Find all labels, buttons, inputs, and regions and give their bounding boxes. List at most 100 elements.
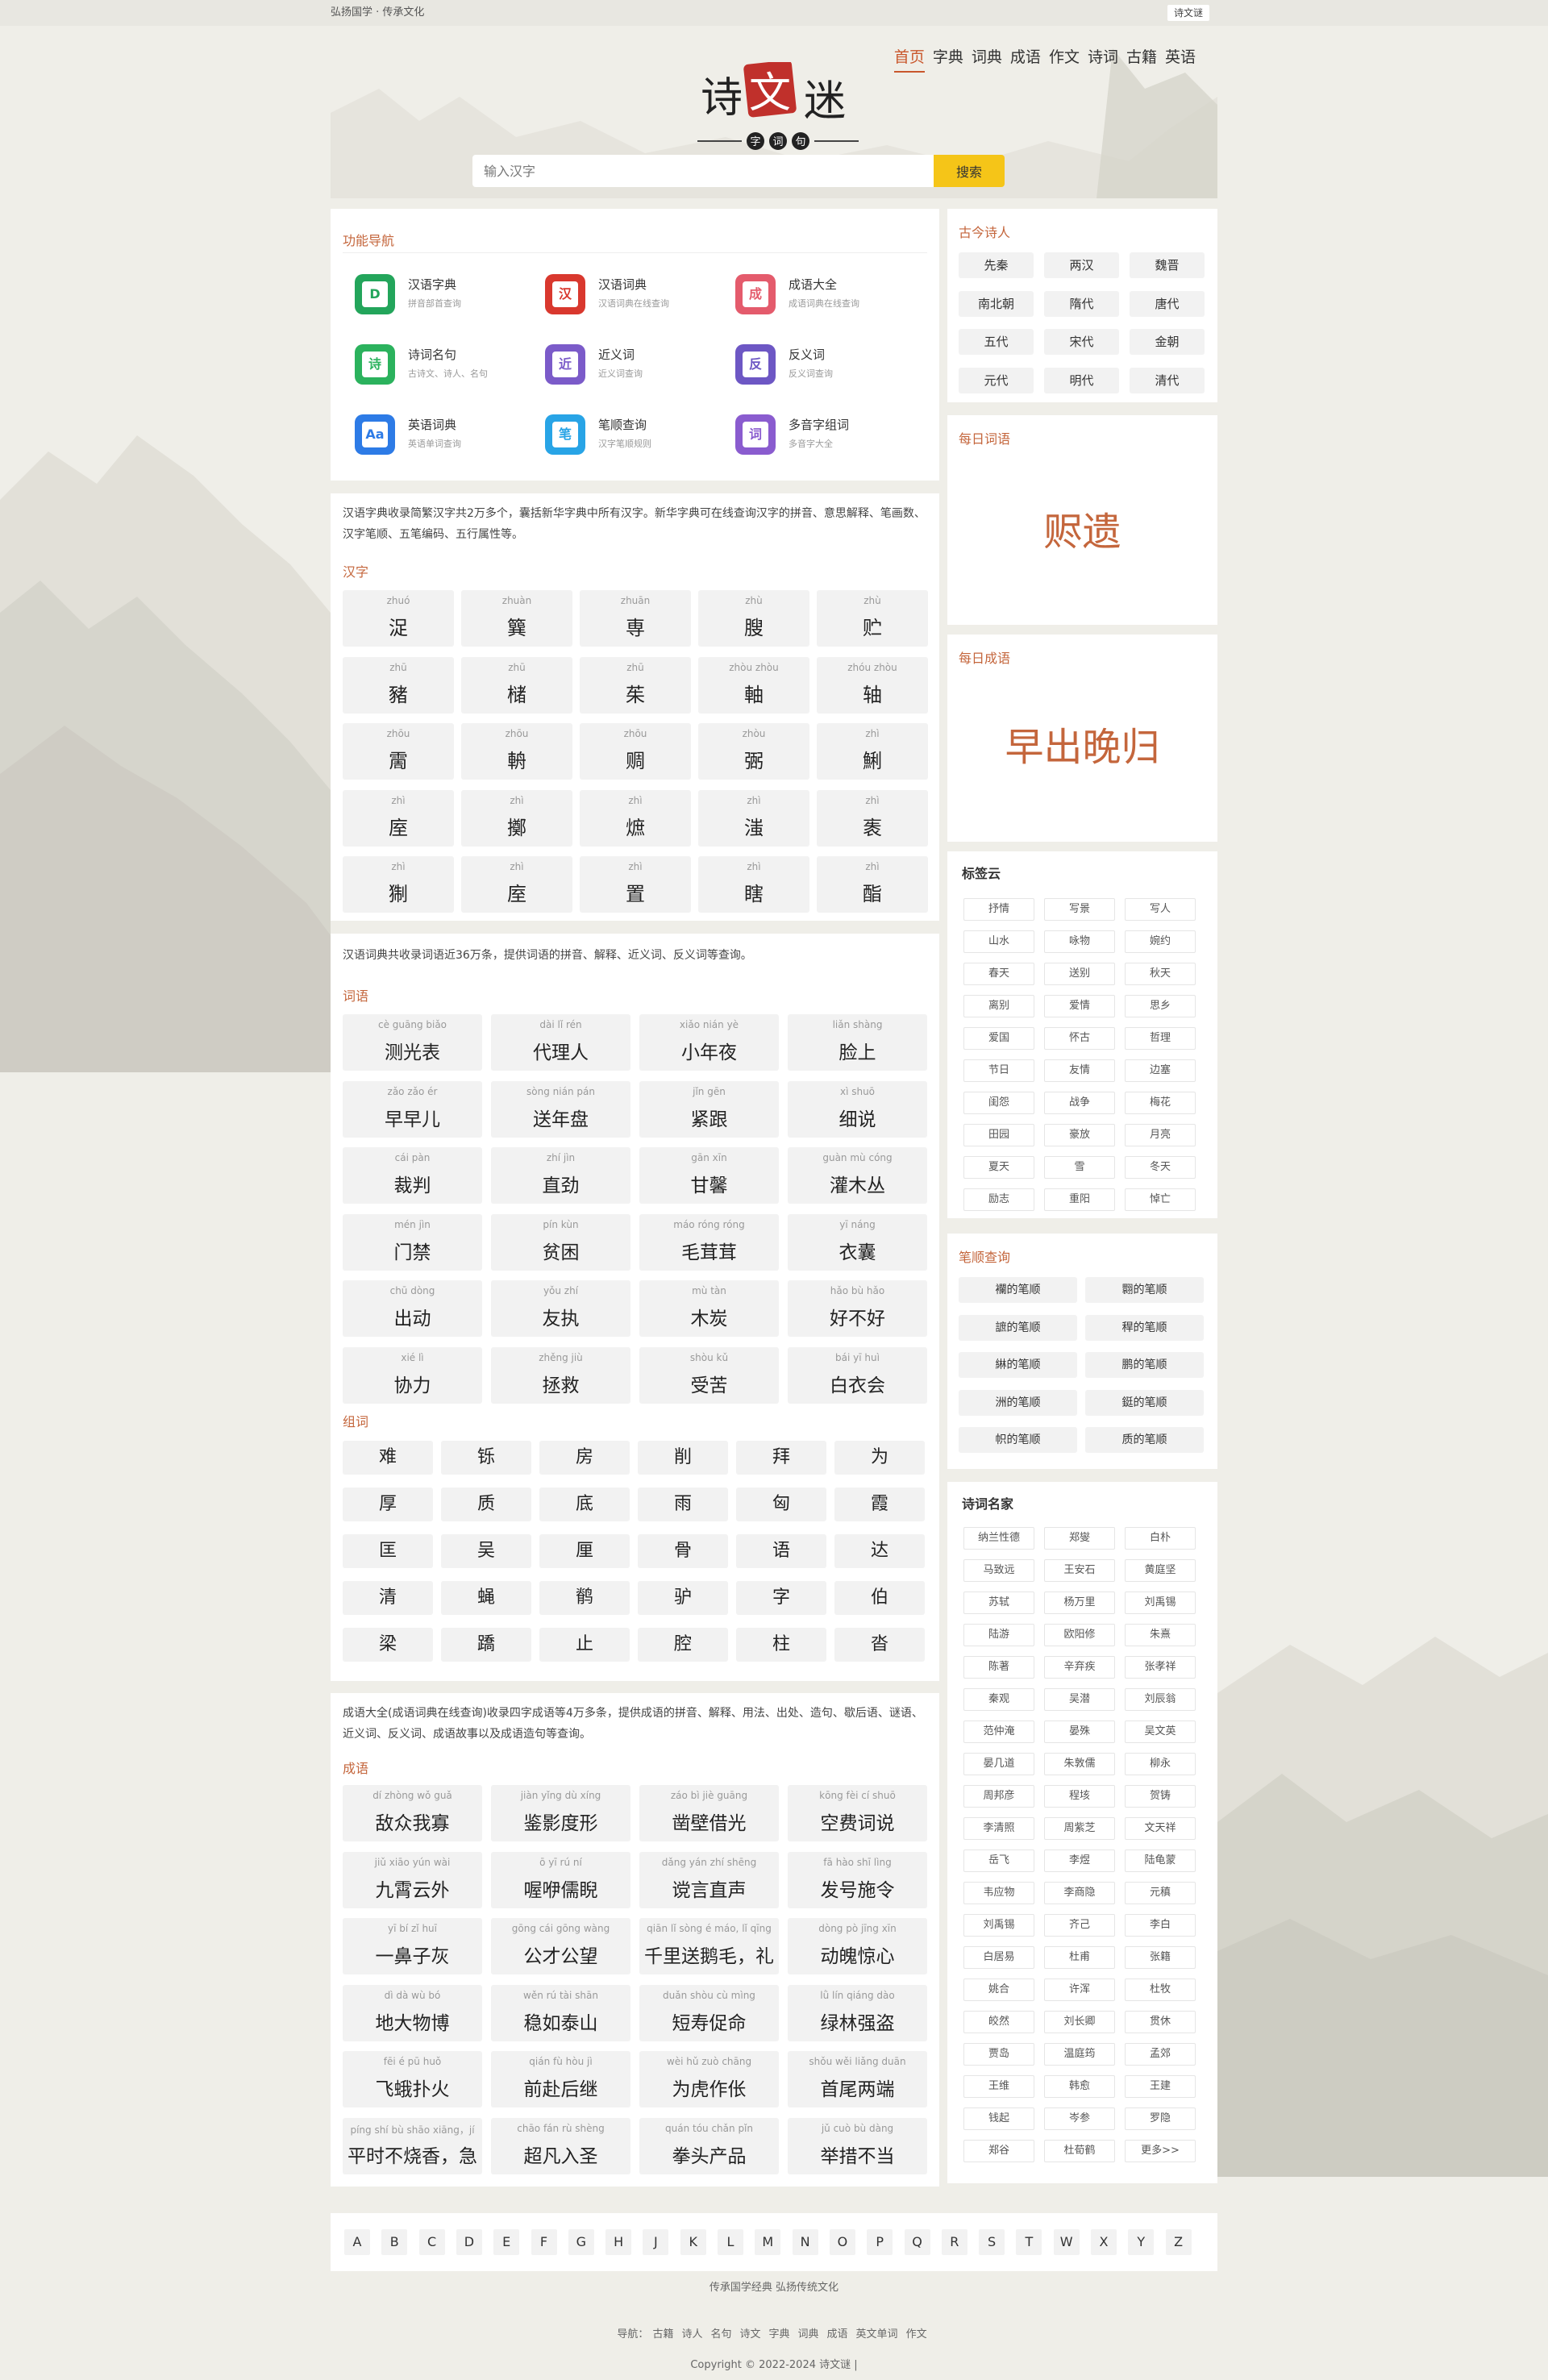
letter-link[interactable]: O bbox=[829, 2229, 855, 2255]
zuci-char[interactable]: 拜 bbox=[736, 1441, 826, 1475]
char-cell[interactable]: zhì 瞎 bbox=[698, 856, 809, 913]
poet-link[interactable]: 李清照 bbox=[963, 1817, 1034, 1840]
word-cell[interactable]: bái yī huì 白衣会 bbox=[788, 1346, 927, 1404]
dynasty-button[interactable]: 宋代 bbox=[1044, 329, 1119, 355]
zuci-char[interactable]: 质 bbox=[441, 1488, 531, 1521]
idiom-cell[interactable]: chāo fán rù shèng 超凡入圣 bbox=[491, 2117, 630, 2174]
char-cell[interactable]: zhì 擲 bbox=[461, 789, 572, 847]
char-cell[interactable]: zhòu zhòu 軸 bbox=[698, 656, 809, 714]
word-cell[interactable]: mén jìn 门禁 bbox=[343, 1213, 482, 1271]
tag-link[interactable]: 冬天 bbox=[1125, 1156, 1196, 1179]
dynasty-button[interactable]: 元代 bbox=[959, 367, 1034, 393]
letter-link[interactable]: K bbox=[680, 2229, 706, 2255]
idiom-cell[interactable]: dí zhòng wǒ guǎ 敌众我寡 bbox=[343, 1785, 482, 1841]
poet-link[interactable]: 杨万里 bbox=[1044, 1592, 1115, 1614]
tag-link[interactable]: 写人 bbox=[1125, 898, 1196, 921]
idiom-cell[interactable]: ō yī rú ní 喔咿儒睨 bbox=[491, 1851, 630, 1908]
poet-link[interactable]: 王维 bbox=[963, 2075, 1034, 2098]
zuci-char[interactable]: 吴 bbox=[441, 1534, 531, 1568]
zuci-char[interactable]: 腔 bbox=[638, 1628, 728, 1662]
word-cell[interactable]: liǎn shàng 脸上 bbox=[788, 1014, 927, 1071]
feature-item[interactable]: 近 近义词 近义词查询 bbox=[521, 338, 706, 394]
zuci-char[interactable]: 伯 bbox=[834, 1581, 925, 1615]
poet-link[interactable]: 周紫芝 bbox=[1044, 1817, 1115, 1840]
tag-link[interactable]: 豪放 bbox=[1044, 1124, 1115, 1146]
tag-link[interactable]: 山水 bbox=[963, 930, 1034, 953]
feature-item[interactable]: 汉 汉语词典 汉语词典在线查询 bbox=[521, 268, 706, 324]
zuci-char[interactable]: 驴 bbox=[638, 1581, 728, 1615]
footer-nav-link[interactable]: 诗文 bbox=[739, 2325, 760, 2340]
tag-link[interactable]: 田园 bbox=[963, 1124, 1034, 1146]
zuci-char[interactable]: 为 bbox=[834, 1441, 925, 1475]
poet-link[interactable]: 贯休 bbox=[1125, 2011, 1196, 2033]
idiom-cell[interactable]: lǜ lín qiáng dào 绿林强盗 bbox=[788, 1984, 927, 2041]
word-cell[interactable]: sòng nián pán 送年盘 bbox=[491, 1080, 630, 1138]
zuci-char[interactable]: 沓 bbox=[834, 1628, 925, 1662]
nav-item[interactable]: 古籍 bbox=[1122, 47, 1161, 68]
nav-item[interactable]: 字典 bbox=[929, 47, 968, 68]
dynasty-button[interactable]: 五代 bbox=[959, 329, 1034, 355]
zuci-char[interactable]: 鹡 bbox=[539, 1581, 630, 1615]
char-cell[interactable]: zhù 膄 bbox=[698, 590, 809, 647]
poet-link[interactable]: 秦观 bbox=[963, 1688, 1034, 1711]
nav-item[interactable]: 英语 bbox=[1161, 47, 1200, 68]
zuci-char[interactable]: 清 bbox=[343, 1581, 433, 1615]
char-cell[interactable]: zhì 庢 bbox=[461, 856, 572, 913]
idiom-cell[interactable]: quán tóu chǎn pǐn 拳头产品 bbox=[639, 2117, 779, 2174]
tag-link[interactable]: 秋天 bbox=[1125, 963, 1196, 985]
poet-link[interactable]: 辛弃疾 bbox=[1044, 1656, 1115, 1679]
tag-link[interactable]: 夏天 bbox=[963, 1156, 1034, 1179]
tag-link[interactable]: 爱情 bbox=[1044, 995, 1115, 1017]
char-cell[interactable]: zhì 庢 bbox=[343, 789, 454, 847]
idiom-cell[interactable]: duǎn shòu cù mìng 短寿促命 bbox=[639, 1984, 779, 2041]
poet-link[interactable]: 范仲淹 bbox=[963, 1721, 1034, 1743]
poet-link[interactable]: 程垓 bbox=[1044, 1785, 1115, 1808]
zuci-char[interactable]: 骨 bbox=[638, 1534, 728, 1568]
word-cell[interactable]: máo róng róng 毛茸茸 bbox=[639, 1213, 779, 1271]
poet-link[interactable]: 杜牧 bbox=[1125, 1978, 1196, 2001]
word-cell[interactable]: xì shuō 细说 bbox=[788, 1080, 927, 1138]
word-cell[interactable]: zhěng jiù 拯救 bbox=[491, 1346, 630, 1404]
zuci-char[interactable]: 房 bbox=[539, 1441, 630, 1475]
footer-nav-link[interactable]: 英文单词 bbox=[856, 2325, 898, 2340]
dynasty-button[interactable]: 两汉 bbox=[1044, 252, 1119, 278]
zuci-char[interactable]: 匈 bbox=[736, 1488, 826, 1521]
feature-item[interactable]: Aa 英语词典 英语单词查询 bbox=[331, 408, 516, 464]
poet-link[interactable]: 郑燮 bbox=[1044, 1527, 1115, 1550]
letter-link[interactable]: Z bbox=[1165, 2229, 1192, 2255]
poet-link[interactable]: 刘长卿 bbox=[1044, 2011, 1115, 2033]
dynasty-button[interactable]: 唐代 bbox=[1130, 290, 1205, 317]
poet-link[interactable]: 岑参 bbox=[1044, 2107, 1115, 2130]
feature-item[interactable]: 反 反义词 反义词查询 bbox=[711, 338, 897, 394]
idiom-cell[interactable]: jiǔ xiāo yún wài 九霄云外 bbox=[343, 1851, 482, 1908]
letter-link[interactable]: H bbox=[605, 2229, 632, 2255]
zuci-char[interactable]: 削 bbox=[638, 1441, 728, 1475]
poet-link[interactable]: 贺铸 bbox=[1125, 1785, 1196, 1808]
letter-link[interactable]: G bbox=[568, 2229, 594, 2255]
char-cell[interactable]: zhuó 浞 bbox=[343, 590, 454, 647]
word-cell[interactable]: xiǎo nián yè 小年夜 bbox=[639, 1014, 779, 1071]
letter-link[interactable]: C bbox=[418, 2229, 445, 2255]
footer-nav-link[interactable]: 诗人 bbox=[681, 2325, 702, 2340]
poet-link[interactable]: 陈著 bbox=[963, 1656, 1034, 1679]
poet-link[interactable]: 温庭筠 bbox=[1044, 2043, 1115, 2066]
char-cell[interactable]: zhū 槠 bbox=[461, 656, 572, 714]
poet-link[interactable]: 纳兰性德 bbox=[963, 1527, 1034, 1550]
dynasty-button[interactable]: 明代 bbox=[1044, 367, 1119, 393]
footer-nav-link[interactable]: 名句 bbox=[710, 2325, 731, 2340]
tag-link[interactable]: 咏物 bbox=[1044, 930, 1115, 953]
poet-link[interactable]: 贾岛 bbox=[963, 2043, 1034, 2066]
dynasty-button[interactable]: 金朝 bbox=[1130, 329, 1205, 355]
char-cell[interactable]: zhōu 輈 bbox=[461, 723, 572, 780]
site-name-button[interactable]: 诗文谜 bbox=[1167, 5, 1209, 21]
word-cell[interactable]: pín kùn 贫困 bbox=[491, 1213, 630, 1271]
char-cell[interactable]: zhuān 専 bbox=[580, 590, 691, 647]
search-input[interactable] bbox=[472, 155, 934, 187]
word-cell[interactable]: dài lǐ rén 代理人 bbox=[491, 1014, 630, 1071]
letter-link[interactable]: D bbox=[456, 2229, 482, 2255]
stroke-link[interactable]: 綝的笔顺 bbox=[959, 1352, 1077, 1378]
tag-link[interactable]: 友情 bbox=[1044, 1059, 1115, 1082]
nav-item[interactable]: 作文 bbox=[1045, 47, 1084, 68]
poet-link[interactable]: 吴潜 bbox=[1044, 1688, 1115, 1711]
poet-link[interactable]: 韦应物 bbox=[963, 1882, 1034, 1904]
